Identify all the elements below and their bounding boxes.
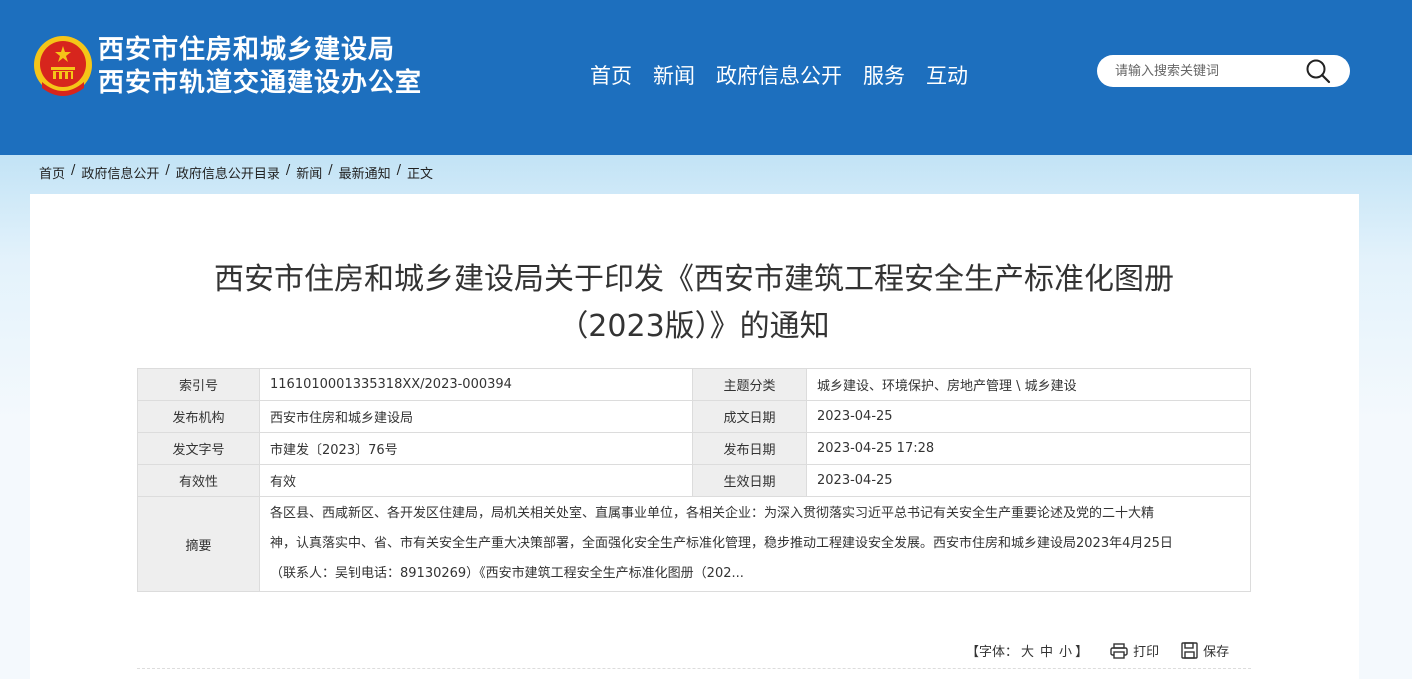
font-size-small-button[interactable]: 小 [1059, 645, 1072, 660]
abstract-value: 各区县、西咸新区、各开发区住建局，局机关相关处室、直属事业单位，各相关企业：为深… [259, 496, 1251, 592]
breadcrumb-separator: / [285, 163, 291, 178]
effective-date-label: 生效日期 [692, 464, 807, 497]
breadcrumb-separator: / [328, 163, 333, 178]
print-button[interactable]: 打印 [1110, 641, 1159, 660]
national-emblem-icon [34, 36, 92, 96]
article-title: 西安市住房和城乡建设局关于印发《西安市建筑工程安全生产标准化图册 （2023版）… [0, 256, 1388, 350]
search-icon[interactable] [1304, 58, 1332, 84]
site-header: 西安市住房和城乡建设局 西安市轨道交通建设办公室 首页 新闻 政府信息公开 服务… [0, 0, 1412, 155]
validity-value: 有效 [259, 464, 693, 497]
nav-item-home[interactable]: 首页 [590, 60, 632, 92]
printer-icon [1110, 642, 1128, 659]
nav-item-services[interactable]: 服务 [863, 60, 905, 92]
font-size-label-close: 】 [1075, 645, 1089, 660]
search-input[interactable] [1115, 61, 1305, 81]
site-name-housing-bureau[interactable]: 西安市住房和城乡建设局 [98, 34, 422, 67]
main-nav: 首页 新闻 政府信息公开 服务 互动 [590, 60, 989, 92]
content-divider [137, 668, 1251, 669]
validity-label: 有效性 [137, 464, 260, 497]
nav-item-gov-info[interactable]: 政府信息公开 [716, 60, 842, 92]
breadcrumb-latest-notice[interactable]: 最新通知 [339, 163, 391, 182]
table-row: 有效性 有效 生效日期 2023-04-25 [137, 464, 1251, 497]
breadcrumb-separator: / [165, 163, 170, 178]
breadcrumb-home[interactable]: 首页 [39, 163, 65, 182]
table-row: 索引号 1161010001335318XX/2023-000394 主题分类 … [137, 368, 1251, 401]
article-tools: 【字体：大中小】 打印 保存 [966, 641, 1229, 660]
nav-item-news[interactable]: 新闻 [653, 60, 695, 92]
breadcrumb-gov-info-catalog[interactable]: 政府信息公开目录 [176, 163, 280, 182]
doc-number-value: 市建发〔2023〕76号 [259, 432, 693, 465]
effective-date-value: 2023-04-25 [806, 464, 1251, 497]
breadcrumb-news[interactable]: 新闻 [296, 163, 322, 182]
doc-number-label: 发文字号 [137, 432, 260, 465]
breadcrumb-separator: / [396, 163, 402, 178]
abstract-line: （联系人：吴钊电话：89130269）《西安市建筑工程安全生产标准化图册（202… [270, 566, 744, 581]
font-size-large-button[interactable]: 大 [1021, 645, 1034, 660]
table-row: 发布机构 西安市住房和城乡建设局 成文日期 2023-04-25 [137, 400, 1251, 433]
document-metadata-table: 索引号 1161010001335318XX/2023-000394 主题分类 … [137, 368, 1251, 592]
abstract-line: 神，认真落实中、省、市有关安全生产重大决策部署，全面强化安全生产标准化管理，稳步… [270, 536, 1173, 551]
save-label: 保存 [1203, 645, 1230, 660]
index-label: 索引号 [137, 368, 260, 401]
publish-date-value: 2023-04-25 17:28 [806, 432, 1251, 465]
breadcrumb: 首页 / 政府信息公开 / 政府信息公开目录 / 新闻 / 最新通知 / 正文 [39, 163, 433, 182]
table-row: 发文字号 市建发〔2023〕76号 发布日期 2023-04-25 17:28 [137, 432, 1251, 465]
nav-item-interaction[interactable]: 互动 [926, 60, 968, 92]
index-value: 1161010001335318XX/2023-000394 [259, 368, 693, 401]
print-label: 打印 [1133, 645, 1160, 660]
created-date-value: 2023-04-25 [806, 400, 1251, 433]
topic-value: 城乡建设、环境保护、房地产管理 \ 城乡建设 [806, 368, 1251, 401]
created-date-label: 成文日期 [692, 400, 807, 433]
publisher-value: 西安市住房和城乡建设局 [259, 400, 693, 433]
publish-date-label: 发布日期 [692, 432, 807, 465]
table-row: 摘要 各区县、西咸新区、各开发区住建局，局机关相关处室、直属事业单位，各相关企业… [137, 496, 1251, 592]
abstract-label: 摘要 [137, 496, 260, 592]
article-title-line-2: （2023版）》的通知 [558, 309, 830, 344]
save-icon [1181, 642, 1198, 659]
abstract-line: 各区县、西咸新区、各开发区住建局，局机关相关处室、直属事业单位，各相关企业：为深… [270, 506, 1155, 521]
breadcrumb-separator: / [71, 163, 76, 178]
font-size-control: 【字体：大中小】 [966, 641, 1088, 660]
site-name-rail-office[interactable]: 西安市轨道交通建设办公室 [98, 67, 422, 100]
save-button[interactable]: 保存 [1181, 641, 1229, 660]
breadcrumb-current: 正文 [407, 167, 434, 182]
site-names: 西安市住房和城乡建设局 西安市轨道交通建设办公室 [98, 34, 422, 100]
article-title-line-1: 西安市住房和城乡建设局关于印发《西安市建筑工程安全生产标准化图册 [214, 262, 1174, 297]
topic-label: 主题分类 [692, 368, 807, 401]
publisher-label: 发布机构 [137, 400, 260, 433]
breadcrumb-gov-info[interactable]: 政府信息公开 [81, 163, 159, 182]
font-size-label-open: 【字体： [966, 645, 1019, 660]
font-size-medium-button[interactable]: 中 [1040, 645, 1053, 660]
